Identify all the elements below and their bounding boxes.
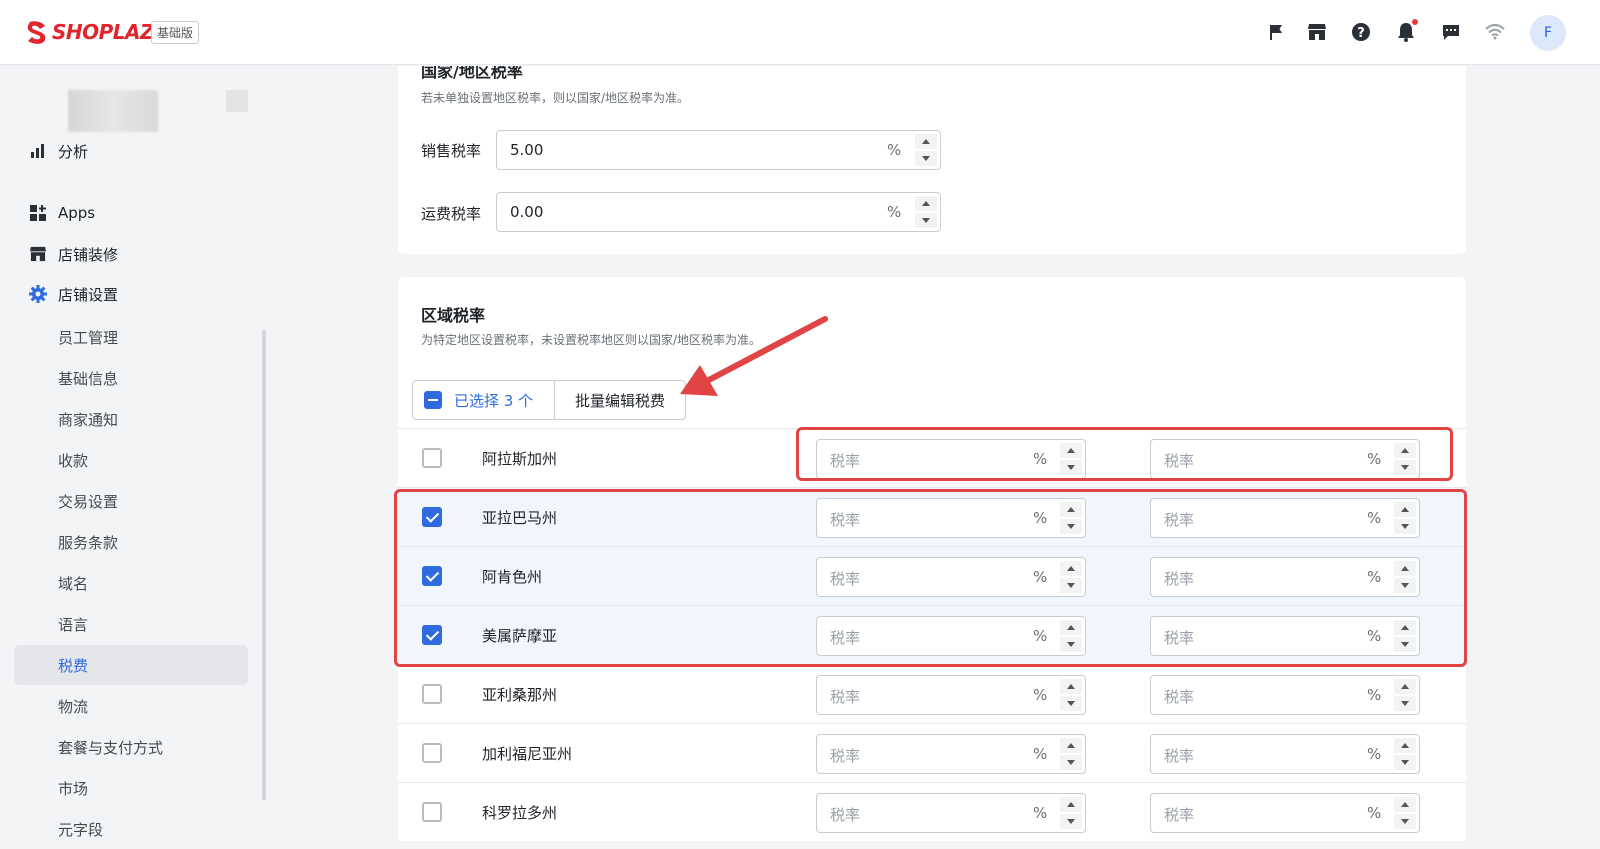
annotation-arrow-icon [680,316,828,396]
